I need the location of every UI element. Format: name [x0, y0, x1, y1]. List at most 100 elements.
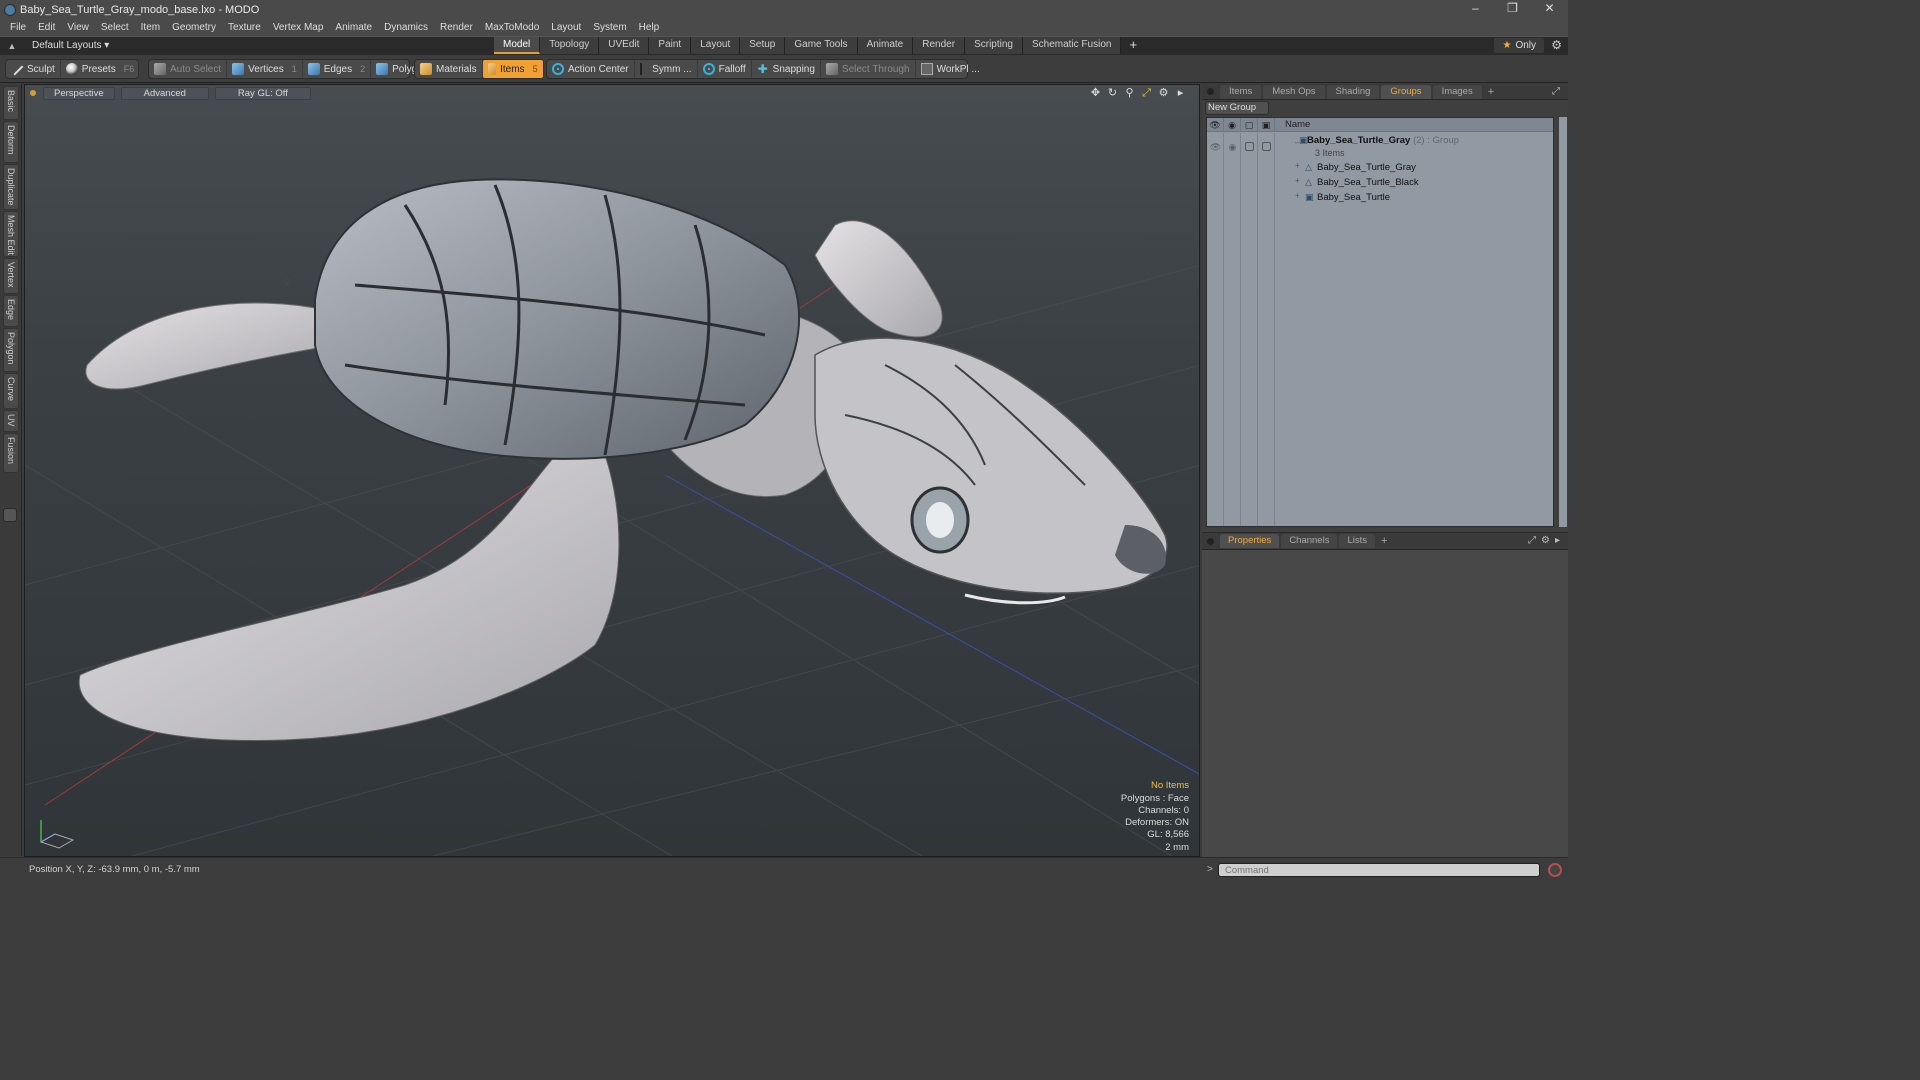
menu-select[interactable]: Select: [95, 19, 135, 37]
menu-maxtomodo[interactable]: MaxToModo: [479, 19, 545, 37]
tab-setup[interactable]: Setup: [740, 37, 786, 54]
add-properties-tab-button[interactable]: +: [1377, 535, 1391, 547]
menu-animate[interactable]: Animate: [329, 19, 378, 37]
menu-view[interactable]: View: [61, 19, 95, 37]
lock-toggle[interactable]: [1245, 142, 1254, 151]
panel-arrow-icon[interactable]: ▸: [1555, 535, 1560, 546]
tab-lists[interactable]: Lists: [1339, 534, 1375, 548]
viewport-expand-arrow-icon[interactable]: ▸: [1174, 87, 1187, 100]
tab-channels[interactable]: Channels: [1281, 534, 1338, 548]
edges-button[interactable]: Edges 2: [303, 60, 372, 78]
layout-toggle-icon[interactable]: ▲: [6, 41, 18, 51]
menu-edit[interactable]: Edit: [32, 19, 61, 37]
rotate-icon[interactable]: ↻: [1106, 87, 1119, 100]
tab-paint[interactable]: Paint: [649, 37, 692, 54]
tab-schematic-fusion[interactable]: Schematic Fusion: [1022, 37, 1122, 54]
vtab-mesh-edit[interactable]: Mesh Edit: [3, 211, 19, 257]
add-panel-tab-button[interactable]: +: [1484, 86, 1498, 98]
viewport-settings-icon[interactable]: ⚙: [1157, 87, 1170, 100]
vtab-deform[interactable]: Deform: [3, 121, 19, 163]
render-column-icon[interactable]: ◉: [1224, 118, 1241, 131]
turtle-model[interactable]: [78, 178, 1168, 742]
vtab-polygon[interactable]: Polygon: [3, 328, 19, 372]
panel-menu-dot[interactable]: [1207, 537, 1214, 545]
sculpt-button[interactable]: Sculpt: [6, 60, 61, 78]
raygl-button[interactable]: Ray GL: Off: [214, 86, 311, 100]
tab-game-tools[interactable]: Game Tools: [785, 37, 858, 54]
3d-viewport[interactable]: -Z Perspective Advanced Ray GL: Off ✥ ↻ …: [24, 84, 1200, 857]
groups-scrollbar[interactable]: [1559, 117, 1567, 527]
tab-mesh-ops[interactable]: Mesh Ops: [1263, 84, 1325, 99]
auto-select-button[interactable]: Auto Select: [149, 60, 228, 78]
tab-items[interactable]: Items: [1220, 84, 1262, 99]
tab-scripting[interactable]: Scripting: [965, 37, 1023, 54]
tab-uvedit[interactable]: UVEdit: [599, 37, 650, 54]
sidebar-toggle-button[interactable]: [3, 508, 17, 522]
action-center-button[interactable]: Action Center: [547, 60, 635, 78]
falloff-button[interactable]: Falloff: [698, 60, 752, 78]
panel-expand-icon[interactable]: ⤢: [1528, 535, 1536, 546]
visibility-eye-icon[interactable]: 👁: [1207, 140, 1224, 154]
list-item[interactable]: + ▣ Baby_Sea_Turtle: [1207, 191, 1553, 205]
menu-render[interactable]: Render: [434, 19, 479, 37]
tab-images[interactable]: Images: [1432, 84, 1482, 99]
pan-icon[interactable]: ✥: [1089, 87, 1102, 100]
menu-item[interactable]: Item: [135, 19, 166, 37]
menu-texture[interactable]: Texture: [222, 19, 267, 37]
materials-button[interactable]: Materials: [415, 60, 483, 78]
name-column-header[interactable]: Name: [1275, 118, 1310, 131]
default-layouts-dropdown[interactable]: Default Layouts ▾: [32, 40, 492, 51]
close-button[interactable]: ✕: [1531, 0, 1568, 19]
select-through-button[interactable]: Select Through: [821, 60, 916, 78]
symmetry-button[interactable]: Symm ...: [635, 60, 698, 78]
maximize-viewport-icon[interactable]: ⤢: [1140, 87, 1153, 100]
vtab-basic[interactable]: Basic: [3, 86, 19, 120]
menu-vertex-map[interactable]: Vertex Map: [267, 19, 330, 37]
menu-system[interactable]: System: [587, 19, 632, 37]
restore-button[interactable]: ❐: [1494, 0, 1531, 19]
vtab-vertex[interactable]: Vertex: [3, 258, 19, 294]
view-mode-button[interactable]: Perspective: [43, 86, 115, 100]
render-toggle-icon[interactable]: ◉: [1224, 140, 1241, 154]
vtab-fusion[interactable]: Fusion: [3, 433, 19, 473]
list-item[interactable]: + △ Baby_Sea_Turtle_Black: [1207, 176, 1553, 190]
only-button[interactable]: ★ Only: [1494, 38, 1544, 53]
tab-groups[interactable]: Groups: [1381, 84, 1431, 99]
visibility-column-icon[interactable]: 👁: [1207, 118, 1224, 131]
menu-layout[interactable]: Layout: [545, 19, 587, 37]
vertices-button[interactable]: Vertices 1: [227, 60, 303, 78]
tab-layout[interactable]: Layout: [691, 37, 741, 54]
tab-shading[interactable]: Shading: [1326, 84, 1380, 99]
zoom-icon[interactable]: ⚲: [1123, 87, 1136, 100]
select-column-icon[interactable]: ▣: [1258, 118, 1275, 131]
add-layout-tab-button[interactable]: +: [1121, 37, 1145, 54]
select-toggle[interactable]: [1262, 142, 1271, 151]
tab-model[interactable]: Model: [494, 37, 541, 54]
tab-topology[interactable]: Topology: [540, 37, 600, 54]
snapping-button[interactable]: ✚ Snapping: [752, 60, 821, 78]
menu-geometry[interactable]: Geometry: [166, 19, 222, 37]
command-history-arrow-icon[interactable]: >: [1207, 864, 1213, 875]
presets-button[interactable]: Presets F6: [61, 60, 139, 78]
list-item[interactable]: + △ Baby_Sea_Turtle_Gray: [1207, 161, 1553, 175]
panel-settings-icon[interactable]: ⚙: [1541, 535, 1550, 546]
panel-expand-icon[interactable]: ⤢: [1552, 86, 1560, 97]
menu-file[interactable]: File: [4, 19, 32, 37]
menu-dynamics[interactable]: Dynamics: [378, 19, 434, 37]
lock-column-icon[interactable]: ▢: [1241, 118, 1258, 131]
workplane-button[interactable]: WorkPl ...: [916, 60, 985, 78]
vtab-curve[interactable]: Curve: [3, 373, 19, 409]
group-row[interactable]: 👁 ◉ – ▣ Baby_Sea_Turtle_Gray (2) : Group…: [1207, 134, 1553, 160]
gear-icon[interactable]: ⚙: [1551, 37, 1562, 54]
command-stop-button[interactable]: [1548, 863, 1562, 877]
tab-animate[interactable]: Animate: [857, 37, 914, 54]
minimize-button[interactable]: –: [1457, 0, 1494, 19]
items-button[interactable]: Items 5: [482, 60, 543, 78]
vtab-uv[interactable]: UV: [3, 410, 19, 432]
new-group-button[interactable]: New Group: [1205, 101, 1269, 115]
panel-menu-dot[interactable]: [1207, 88, 1214, 95]
viewport-menu-dot[interactable]: [30, 90, 36, 96]
vtab-duplicate[interactable]: Duplicate: [3, 164, 19, 210]
command-input[interactable]: [1218, 863, 1540, 877]
tab-render[interactable]: Render: [913, 37, 966, 54]
